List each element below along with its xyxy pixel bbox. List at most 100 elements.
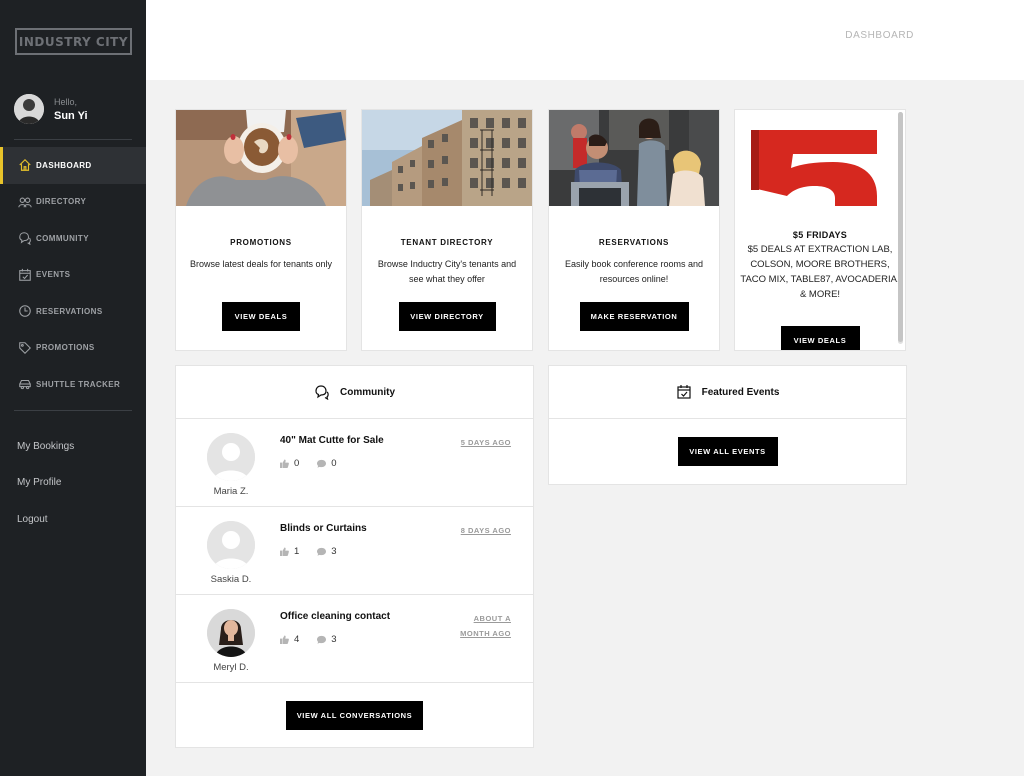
tenant-directory-card: TENANT DIRECTORY Browse Inductry City's … — [361, 109, 533, 351]
card-scrollbar[interactable] — [898, 112, 903, 344]
tag-icon — [17, 340, 33, 356]
thumbs-up-icon — [280, 547, 289, 556]
nav-label: DIRECTORY — [36, 197, 87, 207]
card-title: TENANT DIRECTORY — [400, 238, 494, 247]
comment-icon — [317, 635, 327, 644]
comment-icon — [317, 547, 327, 556]
account-links: My Bookings My Profile Logout — [17, 428, 74, 538]
post-stats: 0 0 — [280, 458, 355, 469]
comment-stat[interactable]: 3 — [317, 546, 337, 557]
nav-label: PROMOTIONS — [36, 343, 95, 353]
building-image — [362, 110, 532, 206]
meeting-image — [549, 110, 719, 206]
like-stat[interactable]: 1 — [280, 546, 299, 557]
main-nav: DASHBOARD DIRECTORY COMMUNITY EVENTS RES… — [0, 147, 146, 403]
divider — [14, 410, 132, 411]
my-bookings-link[interactable]: My Bookings — [17, 428, 74, 465]
post-author: Maria Z. — [213, 486, 249, 497]
nav-item-promotions[interactable]: PROMOTIONS — [0, 330, 146, 367]
card-title: PROMOTIONS — [230, 238, 292, 247]
like-count: 0 — [294, 458, 300, 469]
chat-bubbles-icon — [17, 230, 33, 246]
nav-item-directory[interactable]: DIRECTORY — [0, 184, 146, 221]
calendar-check-icon — [17, 267, 33, 283]
comment-stat[interactable]: 3 — [317, 634, 337, 645]
comment-stat[interactable]: 0 — [317, 458, 337, 469]
view-deals-button[interactable]: VIEW DEALS — [222, 302, 300, 331]
post-stats: 4 3 — [280, 634, 355, 645]
comment-count: 3 — [331, 546, 337, 557]
like-count: 4 — [294, 634, 300, 645]
nav-label: EVENTS — [36, 270, 71, 280]
logo[interactable]: INDUSTRY CITY — [15, 28, 132, 55]
make-reservation-button[interactable]: MAKE RESERVATION — [579, 302, 689, 331]
card-description: $5 deals at Extraction Lab, Colson, Moor… — [740, 244, 900, 300]
sidebar: INDUSTRY CITY Hello, Sun Yi DASHBOARD DI… — [0, 0, 146, 776]
card-title: $5 FRIDAYS — [792, 230, 848, 240]
calendar-check-icon — [676, 385, 691, 399]
user-block: Hello, Sun Yi — [14, 94, 88, 124]
panel-title: Community — [340, 386, 395, 398]
clock-icon — [17, 303, 33, 319]
panel-title: Featured Events — [701, 386, 780, 398]
nav-label: COMMUNITY — [36, 233, 89, 243]
card-title: RESERVATIONS — [598, 238, 670, 247]
nav-label: DASHBOARD — [36, 160, 92, 170]
comment-count: 0 — [331, 458, 337, 469]
like-count: 1 — [294, 546, 300, 557]
reservations-card: RESERVATIONS Easily book conference room… — [548, 109, 720, 351]
view-all-conversations-button[interactable]: VIEW ALL CONVERSATIONS — [286, 700, 423, 730]
community-panel: Community Maria Z. 40" Mat Cutte for Sal… — [175, 365, 534, 748]
avatar[interactable] — [207, 521, 255, 569]
my-profile-link[interactable]: My Profile — [17, 465, 74, 502]
avatar[interactable] — [207, 609, 255, 657]
post-date[interactable]: 8 DAYS AGO — [451, 523, 511, 538]
avatar[interactable] — [207, 433, 255, 481]
nav-item-community[interactable]: COMMUNITY — [0, 220, 146, 257]
card-description: Browse latest deals for tenants only — [189, 259, 333, 269]
nav-item-shuttle-tracker[interactable]: SHUTTLE TRACKER — [0, 366, 146, 403]
promotions-card: PROMOTIONS Browse latest deals for tenan… — [175, 109, 347, 351]
greeting: Hello, — [54, 96, 78, 107]
card-description: Easily book conference rooms and resourc… — [564, 259, 704, 284]
scroll-thumb[interactable] — [898, 112, 903, 342]
nav-label: RESERVATIONS — [36, 306, 103, 316]
community-header: Community — [176, 366, 533, 419]
top-header: DASHBOARD — [146, 0, 1024, 80]
post-author: Meryl D. — [213, 662, 249, 673]
thumbs-up-icon — [280, 635, 289, 644]
like-stat[interactable]: 0 — [280, 458, 299, 469]
comment-count: 3 — [331, 634, 337, 645]
page-title: DASHBOARD — [845, 30, 914, 41]
list-item[interactable]: Saskia D. Blinds or Curtains 8 DAYS AGO … — [176, 507, 533, 595]
logout-link[interactable]: Logout — [17, 501, 74, 538]
nav-item-reservations[interactable]: RESERVATIONS — [0, 293, 146, 330]
view-all-events-button[interactable]: VIEW ALL EVENTS — [677, 436, 778, 466]
post-title[interactable]: Office cleaning contact — [280, 611, 390, 622]
post-author: Saskia D. — [210, 574, 252, 585]
five-fridays-card: $5 FRIDAYS $5 deals at Extraction Lab, C… — [734, 109, 906, 351]
post-title[interactable]: Blinds or Curtains — [280, 523, 367, 534]
card-description: Browse Inductry City's tenants and see w… — [377, 259, 517, 284]
post-stats: 1 3 — [280, 546, 355, 557]
events-header: Featured Events — [549, 366, 906, 419]
coffee-image — [176, 110, 346, 206]
nav-item-dashboard[interactable]: DASHBOARD — [0, 147, 146, 184]
post-title[interactable]: 40" Mat Cutte for Sale — [280, 435, 384, 446]
avatar[interactable] — [14, 94, 44, 124]
like-stat[interactable]: 4 — [280, 634, 299, 645]
featured-events-panel: Featured Events VIEW ALL EVENTS — [548, 365, 907, 485]
post-date[interactable]: ABOUT A MONTH AGO — [451, 611, 511, 641]
list-item[interactable]: Meryl D. Office cleaning contact ABOUT A… — [176, 595, 533, 683]
nav-label: SHUTTLE TRACKER — [36, 379, 121, 389]
view-directory-button[interactable]: VIEW DIRECTORY — [398, 302, 496, 331]
chat-bubbles-icon — [315, 385, 329, 400]
list-item[interactable]: Maria Z. 40" Mat Cutte for Sale 5 DAYS A… — [176, 419, 533, 507]
user-name: Sun Yi — [54, 109, 88, 122]
community-footer: VIEW ALL CONVERSATIONS — [176, 683, 533, 747]
view-deals-button[interactable]: VIEW DEALS — [780, 326, 860, 350]
home-icon — [17, 157, 33, 173]
nav-item-events[interactable]: EVENTS — [0, 257, 146, 294]
post-date[interactable]: 5 DAYS AGO — [451, 435, 511, 450]
car-icon — [17, 376, 33, 392]
